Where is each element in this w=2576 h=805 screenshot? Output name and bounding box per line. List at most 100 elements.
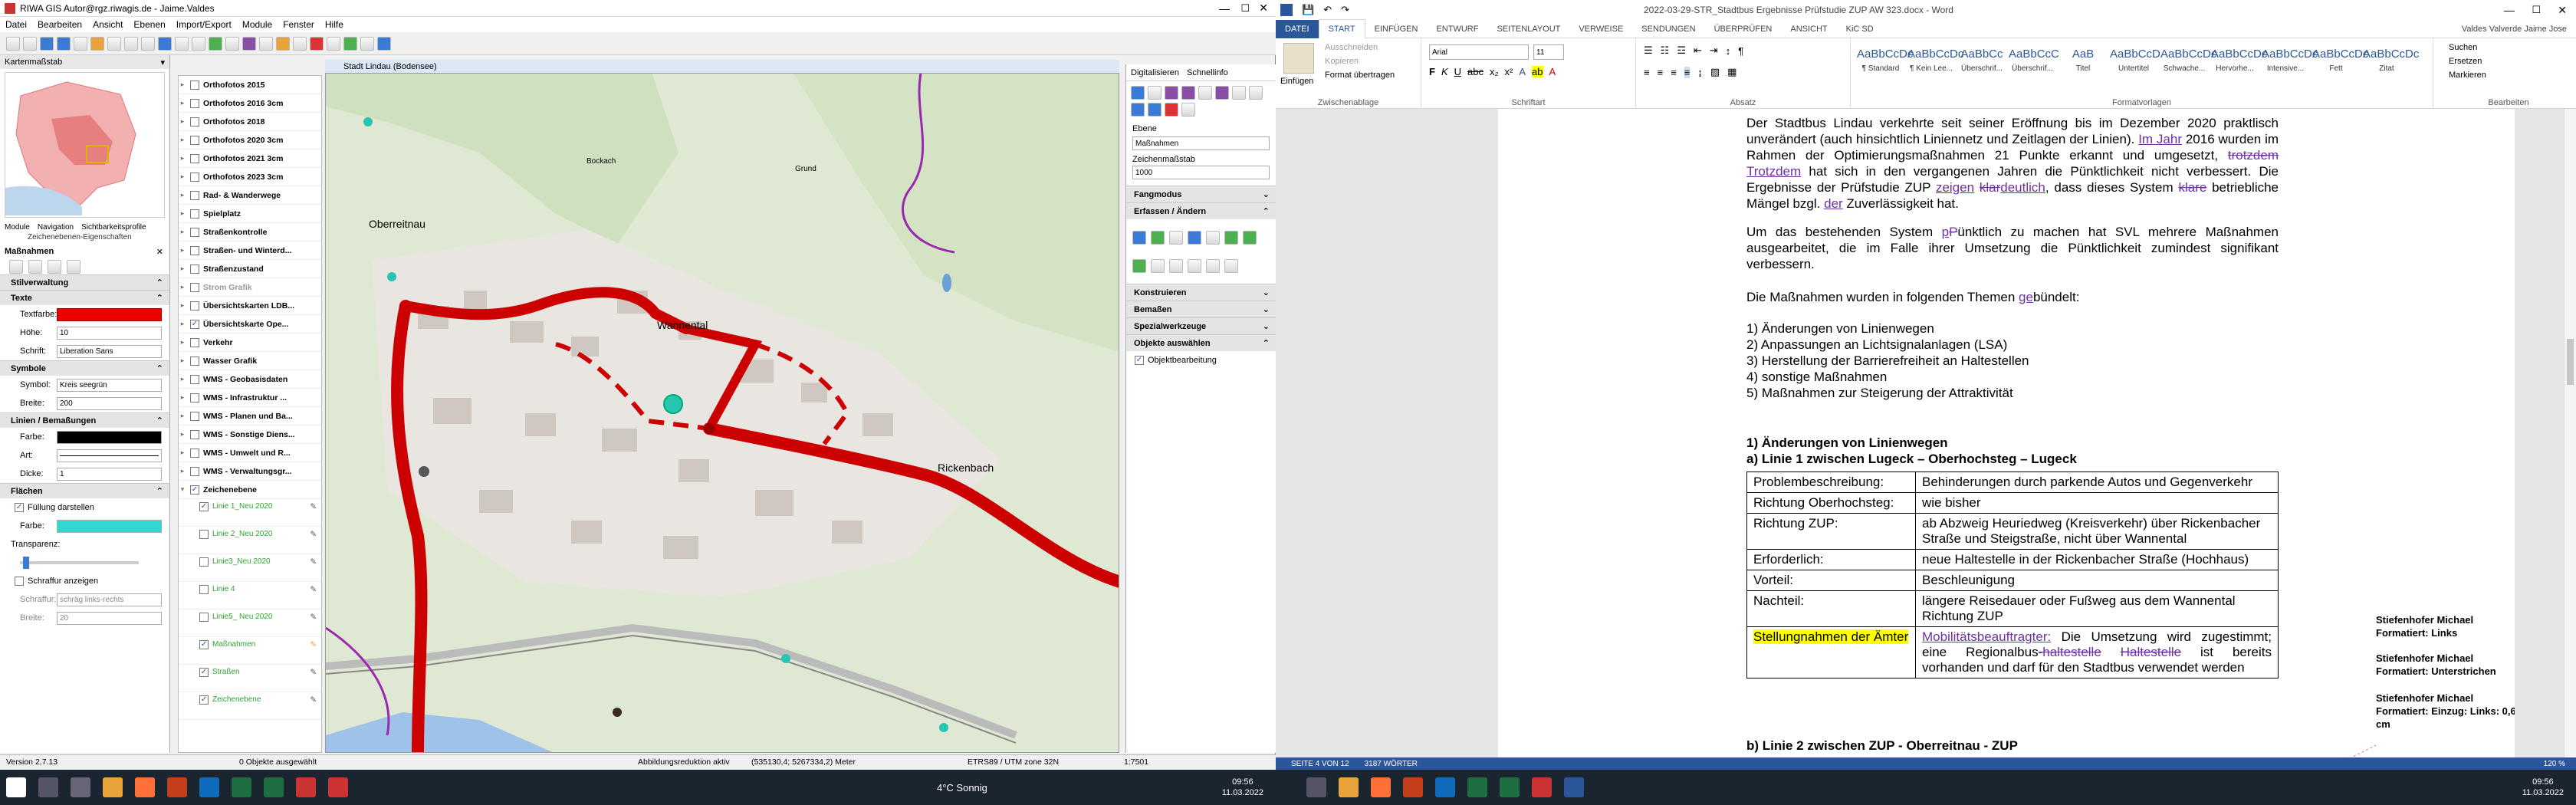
flaechenfarbe-swatch[interactable] — [57, 519, 162, 533]
sync-icon[interactable] — [377, 36, 391, 51]
breite-input[interactable]: 200 — [57, 396, 162, 410]
objektbearbeitung-checkbox[interactable]: ✓ — [1135, 356, 1144, 365]
menu-import-export[interactable]: Import/Export — [176, 19, 232, 30]
page-count[interactable]: SEITE 4 VON 12 — [1291, 760, 1349, 768]
ebene-select[interactable]: Maßnahmen — [1132, 136, 1270, 150]
close-icon[interactable]: ✕ — [156, 247, 163, 257]
subscript-icon[interactable]: x₂ — [1490, 66, 1499, 77]
style-gallery-item[interactable]: AaBbCcDc Schwache... — [2160, 44, 2216, 83]
numbering-icon[interactable]: ☷ — [1661, 44, 1670, 57]
find-button[interactable]: Suchen — [2449, 43, 2477, 52]
search-icon[interactable] — [1306, 777, 1326, 797]
tab-ueberpruefen[interactable]: ÜBERPRÜFEN — [1705, 20, 1782, 38]
tool-split-icon[interactable] — [1215, 86, 1229, 100]
layer-row[interactable]: ▸ Orthofotos 2023 3cm — [179, 168, 321, 186]
shading-icon[interactable]: ▨ — [1710, 66, 1720, 78]
bold-icon[interactable]: F — [1429, 66, 1435, 77]
draw-rotate-icon[interactable] — [1206, 258, 1220, 273]
settings-icon[interactable] — [360, 36, 374, 51]
layer-row[interactable]: ▸ Straßenzustand — [179, 260, 321, 278]
overview-map[interactable] — [5, 72, 165, 218]
schrift-select[interactable]: Liberation Sans — [57, 344, 162, 358]
line-spacing-icon[interactable]: ↨ — [1697, 67, 1703, 78]
tab-schnellinfo[interactable]: Schnellinfo — [1187, 68, 1228, 77]
align-right-icon[interactable]: ≡ — [1671, 67, 1677, 78]
increase-indent-icon[interactable]: ⇥ — [1710, 44, 1718, 57]
select-icon[interactable] — [23, 36, 37, 51]
map-canvas[interactable]: Oberreitnau Wannental Rickenbach Bockach… — [325, 60, 1119, 753]
menu-datei[interactable]: Datei — [5, 19, 27, 30]
multilevel-icon[interactable]: ☲ — [1677, 44, 1686, 57]
tab-module[interactable]: Module — [5, 223, 30, 232]
zm-select[interactable]: 1000 — [1132, 166, 1270, 179]
tab-sichtbarkeitsprofile[interactable]: Sichtbarkeitsprofile — [81, 223, 146, 232]
chevron-down-icon[interactable]: ▾ — [160, 58, 165, 67]
zoom-window-icon[interactable] — [74, 36, 87, 51]
section-linien[interactable]: Linien / Bemaßungen ⌃ — [0, 412, 169, 428]
sublayer-row[interactable]: Linie5_ Neu 2020 ✎ — [179, 610, 321, 637]
draw-arc-icon[interactable] — [1206, 230, 1220, 245]
select-button[interactable]: Markieren — [2449, 71, 2486, 80]
layer-row[interactable]: ▸ Spielplatz — [179, 205, 321, 223]
layer-row[interactable]: ▸ Übersichtskarten LDB... — [179, 297, 321, 315]
sublayer-row[interactable]: Linie 2_Neu 2020 ✎ — [179, 527, 321, 554]
back-icon[interactable] — [124, 36, 138, 51]
style-gallery-item[interactable]: AaBbCcDc Zitat — [2363, 44, 2419, 83]
undo-icon[interactable]: ↶ — [1323, 4, 1332, 16]
format-painter-button[interactable]: Format übertragen — [1325, 71, 1395, 80]
layer-row[interactable]: ▸ Rad- & Wanderwege — [179, 186, 321, 205]
layer-row[interactable]: ▸ Verkehr — [179, 334, 321, 352]
status-scale[interactable]: 1:7501 — [1124, 757, 1148, 767]
refresh-icon[interactable] — [158, 36, 172, 51]
menu-hilfe[interactable]: Hilfe — [325, 19, 343, 30]
highlight-icon[interactable]: ab — [1532, 66, 1543, 77]
bullets-icon[interactable]: ☰ — [1644, 44, 1653, 57]
menu-fenster[interactable]: Fenster — [283, 19, 314, 30]
schraffur-breite-input[interactable]: 20 — [57, 611, 162, 625]
tool-redo-icon[interactable] — [1181, 103, 1195, 117]
collapse-icon[interactable]: ⌃ — [1263, 338, 1270, 348]
export-icon[interactable] — [327, 36, 340, 51]
minimize-icon[interactable]: — — [2504, 4, 2515, 16]
outlook-icon[interactable] — [1435, 777, 1455, 797]
draw-text-icon[interactable] — [1151, 230, 1165, 245]
replace-button[interactable]: Ersetzen — [2449, 57, 2482, 66]
cut-button[interactable]: Ausschneiden — [1325, 43, 1378, 52]
overview-tab[interactable]: Kartenmaßstab — [5, 58, 62, 67]
font-color-icon[interactable]: A — [1549, 66, 1556, 77]
sublayer-row[interactable]: Linie 4 ✎ — [179, 582, 321, 610]
layer-row[interactable]: ▸ Orthofotos 2016 3cm — [179, 94, 321, 113]
collapse-icon[interactable]: ⌃ — [156, 416, 163, 426]
collapse-icon[interactable]: ⌄ — [1263, 321, 1270, 331]
layer-row[interactable]: ▸ WMS - Geobasisdaten — [179, 370, 321, 389]
style-gallery-item[interactable]: AaBbCcDc Hervorhe... — [2211, 44, 2267, 83]
italic-icon[interactable]: K — [1441, 66, 1448, 77]
menu-bearbeiten[interactable]: Bearbeiten — [38, 19, 82, 30]
tab-datei[interactable]: DATEI — [1276, 19, 1319, 38]
align-left-icon[interactable]: ≡ — [1644, 67, 1650, 78]
fuellung-checkbox[interactable]: ✓ — [15, 503, 24, 512]
draw-node-icon[interactable] — [1169, 258, 1183, 273]
tab-navigation[interactable]: Navigation — [38, 223, 74, 232]
excel-icon[interactable] — [1500, 777, 1520, 797]
layer-row[interactable]: ▸ Wasser Grafik — [179, 352, 321, 370]
borders-icon[interactable]: ▦ — [1727, 66, 1737, 78]
tab-entwurf[interactable]: ENTWURF — [1427, 20, 1487, 38]
superscript-icon[interactable]: x² — [1505, 66, 1513, 77]
gps-icon[interactable] — [343, 36, 357, 51]
section-bemassen[interactable]: Bemaßen ⌄ — [1126, 301, 1276, 317]
schraffur-checkbox[interactable] — [15, 577, 24, 586]
layer-row[interactable]: ▸ WMS - Sonstige Diens... — [179, 426, 321, 444]
justify-icon[interactable]: ≡ — [1684, 66, 1691, 78]
excel-icon[interactable] — [232, 777, 251, 797]
measure-icon[interactable] — [175, 36, 189, 51]
style-gallery-item[interactable]: AaBbCcDc ¶ Kein Lee... — [1907, 44, 1963, 83]
zoom-full-icon[interactable] — [90, 36, 104, 51]
tool-merge-icon[interactable] — [1232, 86, 1246, 100]
word-count[interactable]: 3187 WÖRTER — [1365, 760, 1418, 768]
sublayer-row[interactable]: ✓ Straßen ✎ — [179, 665, 321, 692]
maximize-icon[interactable]: ☐ — [1240, 2, 1250, 15]
style-gallery-item[interactable]: AaBbCc Überschrif... — [1958, 44, 2006, 83]
textfarbe-swatch[interactable] — [57, 307, 162, 321]
collapse-icon[interactable]: ⌄ — [1263, 189, 1270, 199]
